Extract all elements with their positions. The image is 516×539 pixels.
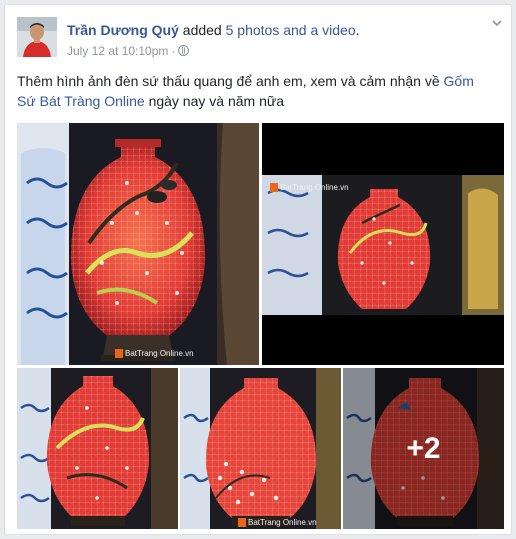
post-header-line: Trần Dương Quý added 5 photos and a vide… [67, 21, 477, 39]
chevron-down-icon[interactable] [491, 17, 503, 29]
photo-1[interactable]: BatTrang Online.vn [17, 123, 259, 365]
watermark-logo: BatTrang Online.vn [270, 183, 349, 192]
more-photos-count: +2 [406, 431, 441, 465]
post-message: Thêm hình ảnh đèn sứ thấu quang để anh e… [17, 71, 487, 111]
photo-5-more[interactable]: +2 [343, 368, 504, 529]
post-action-suffix: . [355, 22, 360, 38]
post-timestamp[interactable]: July 12 at 10:10pm [67, 44, 168, 58]
more-photos-overlay[interactable]: +2 [343, 368, 504, 529]
author-avatar[interactable] [17, 17, 57, 57]
photo-4[interactable]: BatTrang Online.vn [180, 368, 341, 529]
post-meta: July 12 at 10:10pm · [67, 43, 190, 59]
feed-post: Trần Dương Quý added 5 photos and a vide… [4, 4, 512, 535]
meta-separator: · [171, 44, 176, 58]
author-name-link[interactable]: Trần Dương Quý [67, 22, 179, 38]
globe-icon[interactable] [178, 45, 190, 56]
watermark-logo: BatTrang Online.vn [238, 518, 317, 527]
watermark-logo: BatTrang Online.vn [115, 349, 194, 358]
post-action-prefix: added [182, 22, 222, 38]
photo-count-link[interactable]: 5 photos and a video [226, 22, 356, 38]
post-text-before: Thêm hình ảnh đèn sứ thấu quang để anh e… [17, 73, 440, 89]
post-text-after: ngày nay và năm nữa [148, 93, 285, 109]
photo-3[interactable] [17, 368, 178, 529]
photo-2[interactable]: BatTrang Online.vn [262, 123, 504, 365]
